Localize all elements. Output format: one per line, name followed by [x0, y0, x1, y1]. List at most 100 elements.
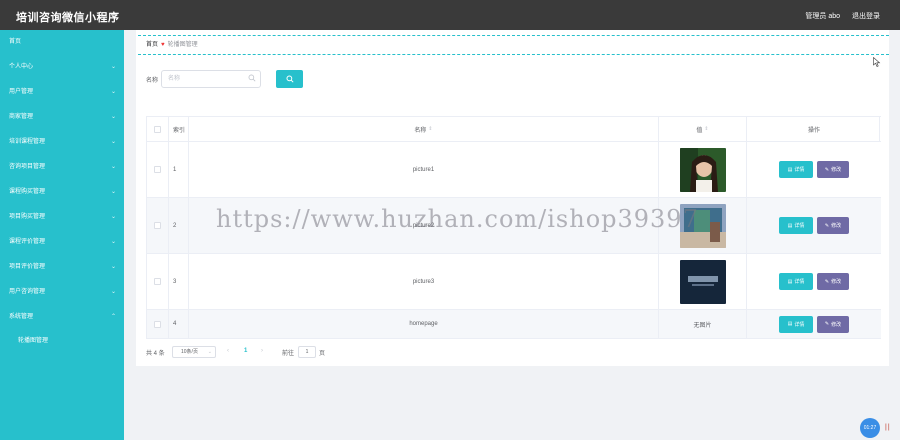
chevron-down-icon: ⌄: [110, 139, 116, 145]
search-button[interactable]: [276, 70, 303, 88]
sidebar-item-user-consults[interactable]: 用户咨询管理 ⌄: [0, 280, 124, 305]
sidebar-item-merchants[interactable]: 商家管理 ⌄: [0, 105, 124, 130]
pagination-total: 共 4 条: [146, 351, 165, 357]
edit-button-label: 修改: [831, 321, 842, 328]
mouse-cursor-icon: [873, 57, 881, 67]
sidebar-item-courses[interactable]: 培训课程管理 ⌄: [0, 130, 124, 155]
sidebar-item-home[interactable]: 首页: [0, 30, 124, 55]
chevron-down-icon: ⌄: [110, 289, 116, 295]
breadcrumb-home[interactable]: 首页: [146, 42, 158, 48]
sidebar-item-label: 课程评价管理: [9, 239, 46, 245]
row-index: 3: [169, 254, 189, 309]
detail-button-label: 详情: [794, 279, 805, 285]
search-input[interactable]: 名称: [161, 70, 261, 88]
row-checkbox-cell: [147, 254, 169, 309]
search-label: 名称: [146, 78, 159, 84]
sidebar-item-label: 首页: [9, 39, 22, 45]
edit-button[interactable]: ✎ 修改: [817, 273, 849, 290]
timer-badge[interactable]: 01:27: [860, 418, 880, 438]
edit-button-label: 修改: [831, 279, 842, 285]
edit-button-label: 修改: [831, 167, 842, 173]
page-unit-label: 页: [319, 351, 326, 357]
pencil-icon: ✎: [824, 166, 830, 173]
carousel-image-portrait[interactable]: [679, 147, 726, 192]
search-placeholder: 名称: [168, 76, 181, 82]
sidebar-item-personal-center[interactable]: 个人中心 ⌄: [0, 55, 124, 80]
sidebar-item-label: 个人中心: [9, 64, 34, 70]
row-name: homepage: [189, 310, 659, 338]
row-name-label: picture3: [412, 278, 435, 285]
header-image[interactable]: 值 ⇕: [659, 117, 747, 141]
select-all-checkbox[interactable]: [154, 125, 161, 133]
detail-button[interactable]: ▤ 详情: [779, 315, 813, 333]
row-ops: ▤ 详情 ✎ 修改: [747, 310, 881, 338]
top-bar: 培训咨询微信小程序 管理员 abo 退出登录: [0, 0, 900, 30]
carousel-image-dark[interactable]: [679, 259, 726, 304]
admin-label: 管理员 abo: [805, 13, 840, 20]
detail-button[interactable]: ▤ 详情: [779, 217, 813, 234]
breadcrumb: 首页 ♥ 轮播图管理: [138, 35, 889, 55]
logout-link[interactable]: 退出登录: [852, 11, 880, 21]
row-image: [659, 198, 747, 253]
row-name-label: picture1: [412, 166, 435, 173]
row-checkbox[interactable]: [154, 166, 161, 173]
document-icon: ▤: [787, 278, 793, 285]
edit-button[interactable]: ✎ 修改: [817, 217, 849, 234]
row-index: 4: [169, 310, 189, 338]
sidebar-item-label: 项目购买管理: [9, 214, 46, 220]
goto-label: 前往: [282, 351, 295, 357]
header-ops: 操作: [747, 117, 881, 141]
row-name: picture3: [189, 254, 659, 309]
row-index: 1: [169, 142, 189, 197]
page-size-select[interactable]: 10条/页 ⌄: [172, 346, 216, 358]
table-row: 3 picture3 ▤ 详情 ✎ 修改: [147, 254, 881, 310]
row-ops: ▤ 详情 ✎ 修改: [747, 254, 881, 309]
chevron-down-icon: ⌄: [110, 164, 116, 170]
main-panel: 首页 ♥ 轮播图管理 名称 名称 索引 名称 ⇕ 值 ⇕ 操作 1 picture1: [136, 30, 889, 366]
prev-page-button[interactable]: ‹: [227, 348, 229, 354]
goto-page-input[interactable]: 1: [298, 346, 316, 358]
sidebar-item-consult-projects[interactable]: 咨询项目管理 ⌄: [0, 155, 124, 180]
next-page-button[interactable]: ›: [261, 348, 263, 354]
row-checkbox[interactable]: [154, 222, 161, 229]
sidebar-item-course-purchases[interactable]: 课程购买管理 ⌄: [0, 180, 124, 205]
header-name-label: 名称: [414, 127, 427, 134]
chevron-down-icon: ⌄: [110, 189, 116, 195]
chevron-down-icon: ⌄: [110, 264, 116, 270]
chevron-down-icon: ⌄: [110, 214, 116, 220]
row-checkbox[interactable]: [154, 278, 161, 285]
sidebar-item-project-reviews[interactable]: 项目评价管理 ⌄: [0, 255, 124, 280]
sidebar-item-label: 用户咨询管理: [9, 289, 46, 295]
page-number-1[interactable]: 1: [244, 348, 247, 354]
row-checkbox[interactable]: [154, 320, 161, 328]
carousel-table: 索引 名称 ⇕ 值 ⇕ 操作 1 picture1 ▤ 详情 ✎ 修改 2 pictur…: [146, 116, 881, 339]
detail-button-label: 详情: [794, 167, 805, 173]
detail-button[interactable]: ▤ 详情: [779, 273, 813, 290]
edit-button[interactable]: ✎ 修改: [817, 315, 849, 333]
sidebar-item-project-purchases[interactable]: 项目购买管理 ⌄: [0, 205, 124, 230]
sidebar-item-course-reviews[interactable]: 课程评价管理 ⌄: [0, 230, 124, 255]
sidebar-item-label: 项目评价管理: [9, 264, 46, 270]
row-name: picture1: [189, 142, 659, 197]
sidebar-item-label: 商家管理: [9, 114, 34, 120]
pencil-icon: ✎: [824, 321, 830, 327]
table-row: 1 picture1 ▤ 详情 ✎ 修改: [147, 142, 881, 198]
header-image-label: 值: [696, 127, 703, 134]
sort-icon[interactable]: ⇕: [704, 126, 708, 132]
sidebar-subitem-carousel[interactable]: 轮播图管理: [0, 330, 124, 352]
header-name[interactable]: 名称 ⇕: [189, 117, 659, 141]
row-index-label: 3: [173, 278, 177, 285]
header-index-label: 索引: [173, 127, 186, 134]
edit-button[interactable]: ✎ 修改: [817, 161, 849, 178]
detail-button-label: 详情: [794, 223, 805, 229]
sort-icon[interactable]: ⇕: [428, 126, 432, 132]
carousel-image-room[interactable]: [679, 203, 726, 248]
sidebar-item-system[interactable]: 系统管理 ⌃: [0, 305, 124, 330]
row-index: 2: [169, 198, 189, 253]
chevron-down-icon: ⌄: [110, 239, 116, 245]
row-ops: ▤ 详情 ✎ 修改: [747, 142, 881, 197]
sidebar-item-users[interactable]: 用户管理 ⌄: [0, 80, 124, 105]
breadcrumb-current: 轮播图管理: [167, 42, 198, 48]
search-icon: [286, 75, 294, 83]
detail-button[interactable]: ▤ 详情: [779, 161, 813, 178]
